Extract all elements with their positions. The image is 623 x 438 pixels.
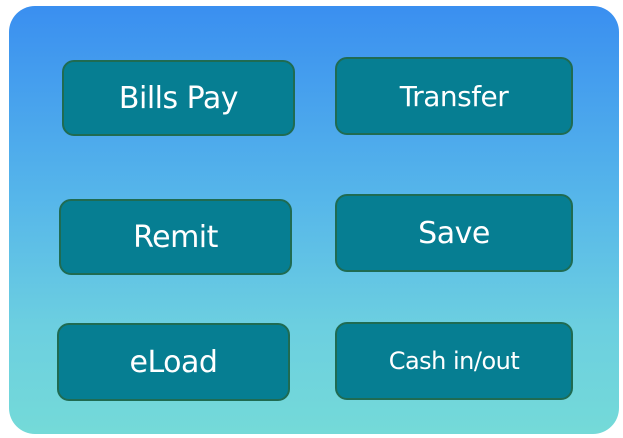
save-button[interactable]: Save xyxy=(335,194,573,272)
transfer-label: Transfer xyxy=(399,79,509,113)
remit-button[interactable]: Remit xyxy=(59,199,292,275)
cash-in-out-button[interactable]: Cash in/out xyxy=(335,322,573,400)
eload-button[interactable]: eLoad xyxy=(57,323,290,401)
cash-in-out-label: Cash in/out xyxy=(388,347,520,375)
bills-pay-label: Bills Pay xyxy=(118,80,239,116)
eload-label: eLoad xyxy=(129,344,218,380)
services-panel: Bills Pay Transfer Remit Save eLoad Cash… xyxy=(9,6,619,434)
remit-label: Remit xyxy=(133,219,218,255)
bills-pay-button[interactable]: Bills Pay xyxy=(62,60,295,136)
save-label: Save xyxy=(418,215,490,251)
transfer-button[interactable]: Transfer xyxy=(335,57,573,135)
